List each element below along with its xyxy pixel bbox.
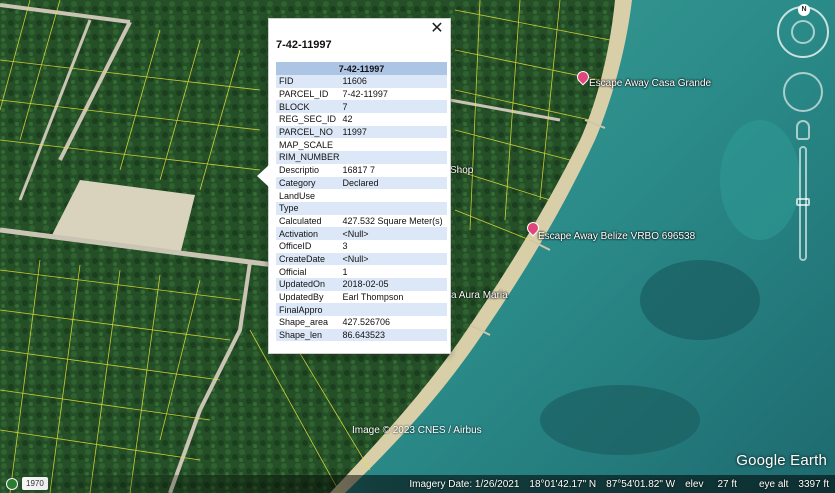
street-view-pegman-icon[interactable] xyxy=(796,120,810,140)
attribute-key: RIM_NUMBER xyxy=(276,151,340,164)
attribute-key: MAP_SCALE xyxy=(276,138,340,152)
close-icon[interactable]: ✕ xyxy=(429,20,445,38)
latitude-readout: 18°01'42.17" N xyxy=(529,478,597,490)
zoom-slider-handle[interactable] xyxy=(796,198,810,206)
attribute-key: FinalAppro xyxy=(276,303,340,317)
attribute-value: Earl Thompson xyxy=(339,290,447,304)
table-row: Shape_area 427.526706 xyxy=(276,316,447,329)
table-row: Shape_len 86.643523 xyxy=(276,328,447,342)
attribute-value: 86.643523 xyxy=(339,328,447,342)
attribute-key: OfficeID xyxy=(276,239,340,253)
place-label-casa-grande[interactable]: Escape Away Casa Grande xyxy=(589,78,711,89)
table-row: LandUse xyxy=(276,189,447,202)
longitude-readout: 87°54'01.82" W xyxy=(606,478,676,490)
attribute-key: Official xyxy=(276,265,340,278)
table-row: PARCEL_NO 11997 xyxy=(276,125,447,139)
place-label-aura-maria[interactable]: a Aura Maria xyxy=(451,290,508,301)
place-label-shop[interactable]: Shop xyxy=(450,165,473,176)
attribute-key: FID xyxy=(276,75,340,88)
attribute-value xyxy=(339,303,447,317)
zoom-slider[interactable] xyxy=(796,146,810,261)
attribute-value xyxy=(339,138,447,152)
attribute-key: UpdatedBy xyxy=(276,290,340,304)
table-row: FinalAppro xyxy=(276,303,447,317)
table-row: BLOCK 7 xyxy=(276,100,447,114)
table-row: CreateDate <Null> xyxy=(276,252,447,266)
attribute-value: 7-42-11997 xyxy=(339,87,447,101)
attribute-value: 42 xyxy=(339,113,447,126)
attribute-key: LandUse xyxy=(276,189,340,202)
attribute-value xyxy=(339,189,447,202)
attribute-key: Calculated xyxy=(276,214,340,228)
attribute-key: PARCEL_ID xyxy=(276,87,340,101)
attribute-table-header: 7-42-11997 xyxy=(276,62,447,75)
table-row: UpdatedOn 2018-02-05 xyxy=(276,278,447,291)
attribute-key: Descriptio xyxy=(276,163,340,177)
eye-alt-label: eye alt xyxy=(758,478,789,490)
popup-pointer xyxy=(257,165,269,187)
table-row: FID 11606 xyxy=(276,75,447,88)
google-earth-logo: Google Earth xyxy=(736,452,827,469)
attribute-key: Type xyxy=(276,201,340,215)
navigation-controls: N xyxy=(777,4,829,261)
attribute-key: UpdatedOn xyxy=(276,278,340,291)
table-row: Type xyxy=(276,201,447,215)
table-row: Calculated 427.532 Square Meter(s) xyxy=(276,214,447,228)
elevation-label: elev xyxy=(685,478,704,490)
attribute-value xyxy=(339,151,447,164)
imagery-credit: Image © 2023 CNES / Airbus xyxy=(352,425,482,436)
table-row: Activation <Null> xyxy=(276,227,447,240)
attribute-value: 1 xyxy=(339,265,447,278)
eye-alt-value: 3397 ft xyxy=(798,478,829,490)
table-row: Official 1 xyxy=(276,265,447,278)
elevation-value: 27 ft xyxy=(717,478,737,490)
attribute-value: Declared xyxy=(339,176,447,190)
popup-title: 7-42-11997 xyxy=(276,39,332,51)
table-row: MAP_SCALE xyxy=(276,138,447,152)
table-row: UpdatedBy Earl Thompson xyxy=(276,290,447,304)
attribute-key: Activation xyxy=(276,227,340,240)
parcel-info-popup: ✕ 7-42-11997 7-42-11997 FID 11606 PARCEL_I… xyxy=(257,18,451,354)
status-bar: Imagery Date: 1/26/2021 18°01'42.17" N 8… xyxy=(0,475,835,493)
compass-control[interactable]: N xyxy=(777,4,829,58)
attribute-table: 7-42-11997 FID 11606 PARCEL_ID 7-42-11997 BL… xyxy=(276,62,447,342)
table-row: Descriptio 16817 7 xyxy=(276,163,447,177)
attribute-key: CreateDate xyxy=(276,252,340,266)
attribute-key: PARCEL_NO xyxy=(276,125,340,139)
attribute-value: 3 xyxy=(339,239,447,253)
attribute-key: Category xyxy=(276,176,340,190)
attribute-value: 427.526706 xyxy=(339,316,447,329)
attribute-key: BLOCK xyxy=(276,100,340,114)
look-joystick[interactable] xyxy=(783,72,823,112)
table-row: Category Declared xyxy=(276,176,447,190)
imagery-date: Imagery Date: 1/26/2021 xyxy=(409,478,520,490)
compass-ring-icon[interactable] xyxy=(791,20,815,44)
table-row: PARCEL_ID 7-42-11997 xyxy=(276,87,447,101)
attribute-value: 427.532 Square Meter(s) xyxy=(339,214,447,228)
table-row: OfficeID 3 xyxy=(276,239,447,253)
attribute-value: 7 xyxy=(339,100,447,114)
attribute-value: <Null> xyxy=(339,227,447,240)
attribute-value xyxy=(339,201,447,215)
attribute-value: 2018-02-05 xyxy=(339,278,447,291)
table-row: REG_SEC_ID 42 xyxy=(276,113,447,126)
attribute-key: Shape_area xyxy=(276,316,340,329)
place-label-vrbo[interactable]: Escape Away Belize VRBO 696538 xyxy=(538,231,695,242)
attribute-value: <Null> xyxy=(339,252,447,266)
attribute-value: 11606 xyxy=(339,75,447,88)
attribute-value: 11997 xyxy=(339,125,447,139)
north-indicator[interactable]: N xyxy=(798,4,810,16)
attribute-key: Shape_len xyxy=(276,328,340,342)
table-row: RIM_NUMBER xyxy=(276,151,447,164)
attribute-table-body: FID 11606 PARCEL_ID 7-42-11997 BLOCK 7 REG_SEC… xyxy=(276,75,447,342)
attribute-value: 16817 7 xyxy=(339,163,447,177)
attribute-key: REG_SEC_ID xyxy=(276,113,340,126)
